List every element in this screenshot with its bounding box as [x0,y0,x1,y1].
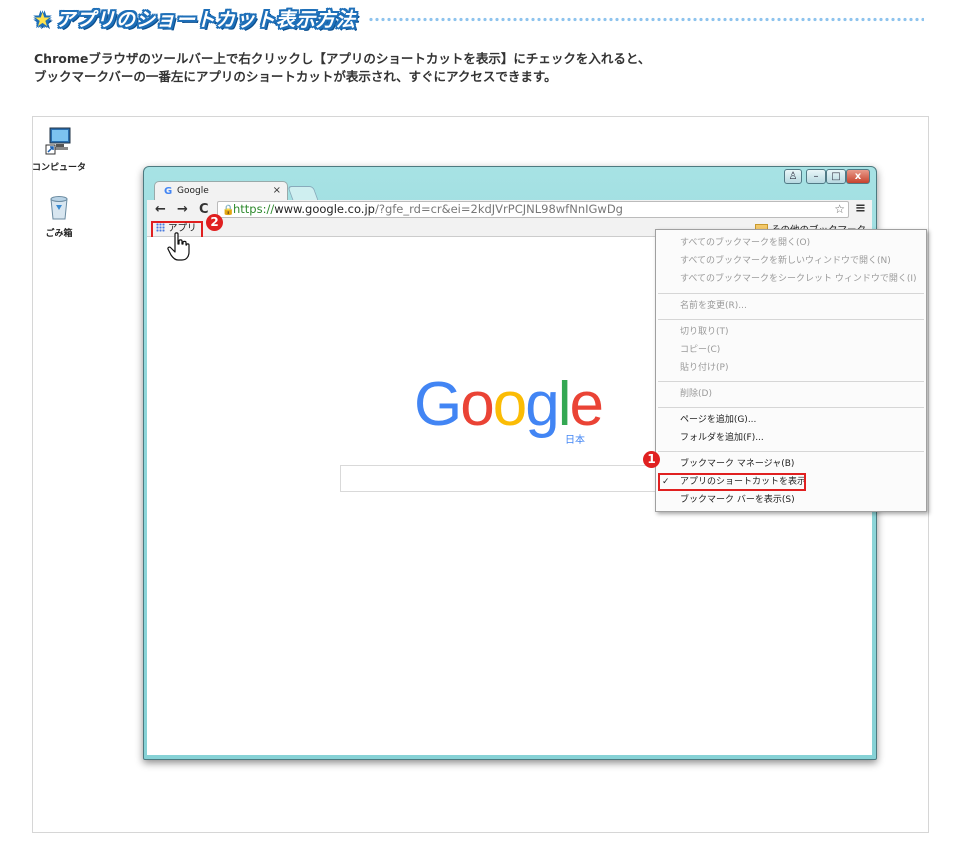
menu-separator [658,293,924,294]
menu-item-delete[interactable]: 削除(D) [680,387,712,401]
close-window-button[interactable]: x [846,169,870,184]
tab-google[interactable]: G Google × [154,181,288,201]
menu-item-rename[interactable]: 名前を変更(R)... [680,299,747,313]
desktop-icon-label: コンピュータ [31,163,86,173]
apps-grid-icon [156,223,165,232]
minimize-button[interactable]: – [806,169,826,184]
menu-item-cut[interactable]: 切り取り(T) [680,325,729,339]
menu-separator [658,381,924,382]
url-scheme: https:// [233,202,275,216]
menu-separator [658,319,924,320]
hand-cursor-icon [167,232,190,261]
address-bar[interactable]: 🔒 https://www.google.co.jp/?gfe_rd=cr&ei… [217,201,849,218]
menu-item-show-bookmark-bar[interactable]: ブックマーク バーを表示(S) [680,493,795,507]
logo-letter: e [569,370,604,439]
menu-item-add-page[interactable]: ページを追加(G)... [680,413,756,427]
tab-title: Google [177,186,209,196]
intro-line-2: ブックマークバーの一番左にアプリのショートカットが表示され、すぐにアクセスできま… [34,69,557,84]
user-profile-button[interactable]: ♙ [784,169,802,184]
url-path: /?gfe_rd=cr&ei=2kdJVrPCJNL98wfNnIGwDg [374,202,623,216]
logo-letter: l [557,370,572,439]
desktop-icon-computer[interactable]: コンピュータ [29,125,89,173]
bookmark-star-icon[interactable]: ☆ [834,202,845,217]
menu-separator [658,407,924,408]
logo-letter: g [525,370,560,439]
logo-letter: o [492,370,528,439]
heading-dotted-rule [368,17,924,22]
chrome-menu-icon[interactable]: ≡ [855,201,866,216]
close-tab-icon[interactable]: × [273,185,281,196]
google-logo: Google [414,374,604,436]
menu-separator [658,451,924,452]
menu-item-bookmark-manager[interactable]: ブックマーク マネージャ(B) [680,457,794,471]
forward-arrow-icon[interactable]: → [177,201,188,219]
recycle-bin-icon [50,196,68,220]
new-tab-button[interactable] [287,186,319,201]
back-arrow-icon[interactable]: ← [155,201,166,219]
toolbar: ← → C 🔒 https://www.google.co.jp/?gfe_rd… [147,200,872,220]
computer-icon [45,127,71,155]
logo-letter: G [414,370,462,439]
google-logo-subtitle: 日本 [565,435,585,446]
maximize-button[interactable]: □ [826,169,846,184]
address-url: https://www.google.co.jp/?gfe_rd=cr&ei=2… [233,202,623,217]
callout-badge-1: 1 [643,451,660,468]
bookmark-context-menu: すべてのブックマークを開く(O) すべてのブックマークを新しいウィンドウで開く(… [655,229,927,512]
google-favicon-icon: G [164,186,173,197]
menu-item-open-all[interactable]: すべてのブックマークを開く(O) [680,236,810,250]
heading-text: アプリのショートカット表示方法 [56,9,357,31]
callout-badge-2: 2 [206,214,223,231]
star-icon: ★ [34,9,53,31]
heading-title: ★ アプリのショートカット表示方法 [34,6,356,34]
url-domain: www.google.co.jp [274,202,375,216]
intro-text: Chromeブラウザのツールバー上で右クリックし【アプリのショートカットを表示】… [34,50,914,86]
menu-item-add-folder[interactable]: フォルダを追加(F)... [680,431,764,445]
desktop-icon-recycle-bin[interactable]: ごみ箱 [29,193,89,239]
logo-letter: o [460,370,495,439]
desktop-icon-label: ごみ箱 [45,229,73,239]
menu-item-copy[interactable]: コピー(C) [680,343,720,357]
search-input[interactable] [340,465,670,492]
menu-item-open-all-new-window[interactable]: すべてのブックマークを新しいウィンドウで開く(N) [680,254,891,268]
menu-item-paste[interactable]: 貼り付け(P) [680,361,728,375]
highlight-box-apps-shortcut [658,473,806,491]
menu-item-open-all-incognito[interactable]: すべてのブックマークをシークレット ウィンドウで開く(I) [680,272,917,286]
intro-line-1: Chromeブラウザのツールバー上で右クリックし【アプリのショートカットを表示】… [34,51,651,66]
